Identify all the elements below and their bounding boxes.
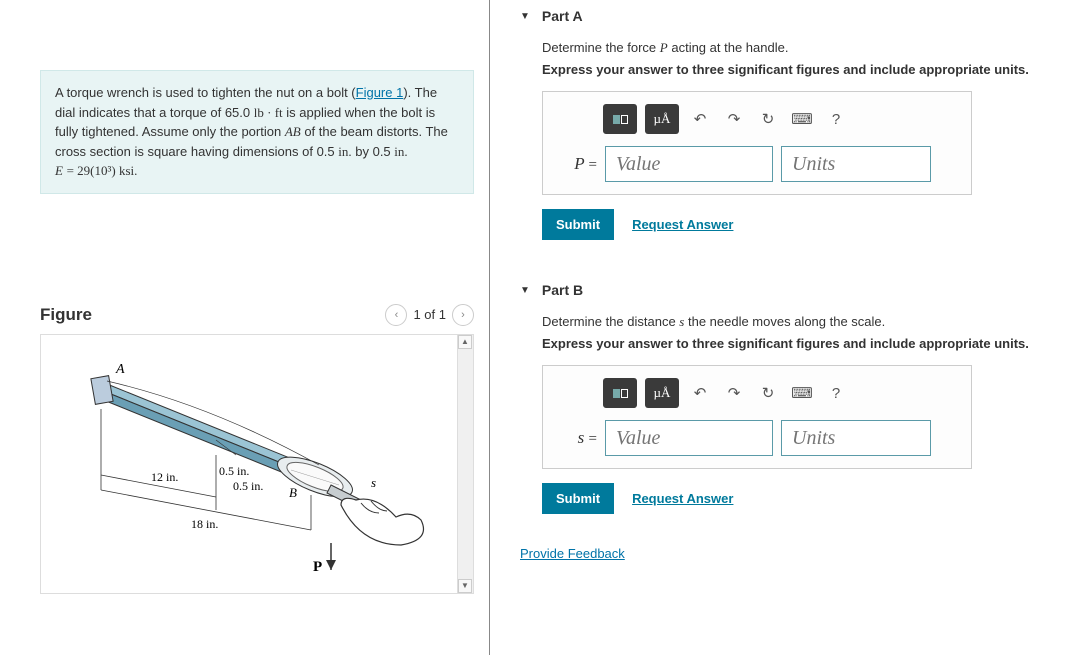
reset-icon[interactable]: ↻: [755, 380, 781, 406]
figure-next-button[interactable]: ›: [452, 304, 474, 326]
part-a-header[interactable]: ▼ Part A: [520, 0, 1052, 32]
label-s: s: [371, 475, 376, 490]
redo-icon[interactable]: ↷: [721, 380, 747, 406]
units-button[interactable]: µÅ: [645, 104, 679, 134]
dim-12: 12 in.: [151, 470, 178, 484]
dim-18: 18 in.: [191, 517, 218, 531]
figure-section: Figure ‹ 1 of 1 › A: [40, 304, 474, 594]
part-b-variable: s =: [557, 428, 597, 448]
part-a-prompt: Determine the force P acting at the hand…: [542, 40, 1052, 56]
scroll-down-button[interactable]: ▼: [458, 579, 472, 593]
dim-05b: 0.5 in.: [233, 479, 263, 493]
chevron-down-icon: ▼: [520, 285, 530, 296]
dim-05a: 0.5 in.: [219, 464, 249, 478]
part-a-variable: P =: [557, 154, 597, 174]
part-b-title: Part B: [542, 282, 583, 298]
part-b-prompt: Determine the distance s the needle move…: [542, 314, 1052, 330]
figure-prev-button[interactable]: ‹: [385, 304, 407, 326]
figure-image: A B s: [41, 335, 473, 588]
help-icon[interactable]: ?: [823, 380, 849, 406]
modulus-text: E: [55, 163, 63, 178]
reset-icon[interactable]: ↻: [755, 106, 781, 132]
label-A: A: [115, 362, 125, 377]
template-button[interactable]: [603, 104, 637, 134]
part-b-request-answer[interactable]: Request Answer: [632, 491, 733, 506]
undo-icon[interactable]: ↶: [687, 380, 713, 406]
template-button[interactable]: [603, 378, 637, 408]
figure-title: Figure: [40, 305, 92, 325]
part-a-title: Part A: [542, 8, 583, 24]
units-button[interactable]: µÅ: [645, 378, 679, 408]
figure-body: A B s: [40, 334, 474, 594]
figure-link[interactable]: Figure 1: [356, 85, 404, 100]
problem-statement: A torque wrench is used to tighten the n…: [40, 70, 474, 194]
part-a-instructions: Express your answer to three significant…: [542, 62, 1052, 77]
keyboard-icon[interactable]: ⌨: [789, 106, 815, 132]
part-a-value-input[interactable]: [605, 146, 773, 182]
part-b-content: Determine the distance s the needle move…: [520, 314, 1052, 528]
part-a-answer-box: µÅ ↶ ↷ ↻ ⌨ ? P =: [542, 91, 972, 195]
keyboard-icon[interactable]: ⌨: [789, 380, 815, 406]
figure-nav: ‹ 1 of 1 ›: [385, 304, 474, 326]
provide-feedback-link[interactable]: Provide Feedback: [520, 546, 625, 561]
part-a-submit-button[interactable]: Submit: [542, 209, 614, 240]
redo-icon[interactable]: ↷: [721, 106, 747, 132]
chevron-down-icon: ▼: [520, 11, 530, 22]
part-b-value-input[interactable]: [605, 420, 773, 456]
undo-icon[interactable]: ↶: [687, 106, 713, 132]
part-b-header[interactable]: ▼ Part B: [520, 274, 1052, 306]
part-a-toolbar: µÅ ↶ ↷ ↻ ⌨ ?: [557, 104, 957, 134]
right-panel: ▼ Part A Determine the force P acting at…: [490, 0, 1072, 655]
part-b-units-input[interactable]: [781, 420, 931, 456]
part-a-content: Determine the force P acting at the hand…: [520, 40, 1052, 254]
left-panel: A torque wrench is used to tighten the n…: [0, 0, 490, 655]
help-icon[interactable]: ?: [823, 106, 849, 132]
scroll-up-button[interactable]: ▲: [458, 335, 472, 349]
problem-text-before: A torque wrench is used to tighten the n…: [55, 85, 356, 100]
label-P: P: [313, 559, 322, 575]
label-B: B: [289, 485, 297, 500]
part-b-toolbar: µÅ ↶ ↷ ↻ ⌨ ?: [557, 378, 957, 408]
part-b-answer-box: µÅ ↶ ↷ ↻ ⌨ ? s =: [542, 365, 972, 469]
figure-count: 1 of 1: [413, 307, 446, 322]
part-a-units-input[interactable]: [781, 146, 931, 182]
figure-scrollbar[interactable]: ▲ ▼: [457, 335, 473, 593]
part-a-request-answer[interactable]: Request Answer: [632, 217, 733, 232]
part-b-submit-button[interactable]: Submit: [542, 483, 614, 514]
part-b-instructions: Express your answer to three significant…: [542, 336, 1052, 351]
